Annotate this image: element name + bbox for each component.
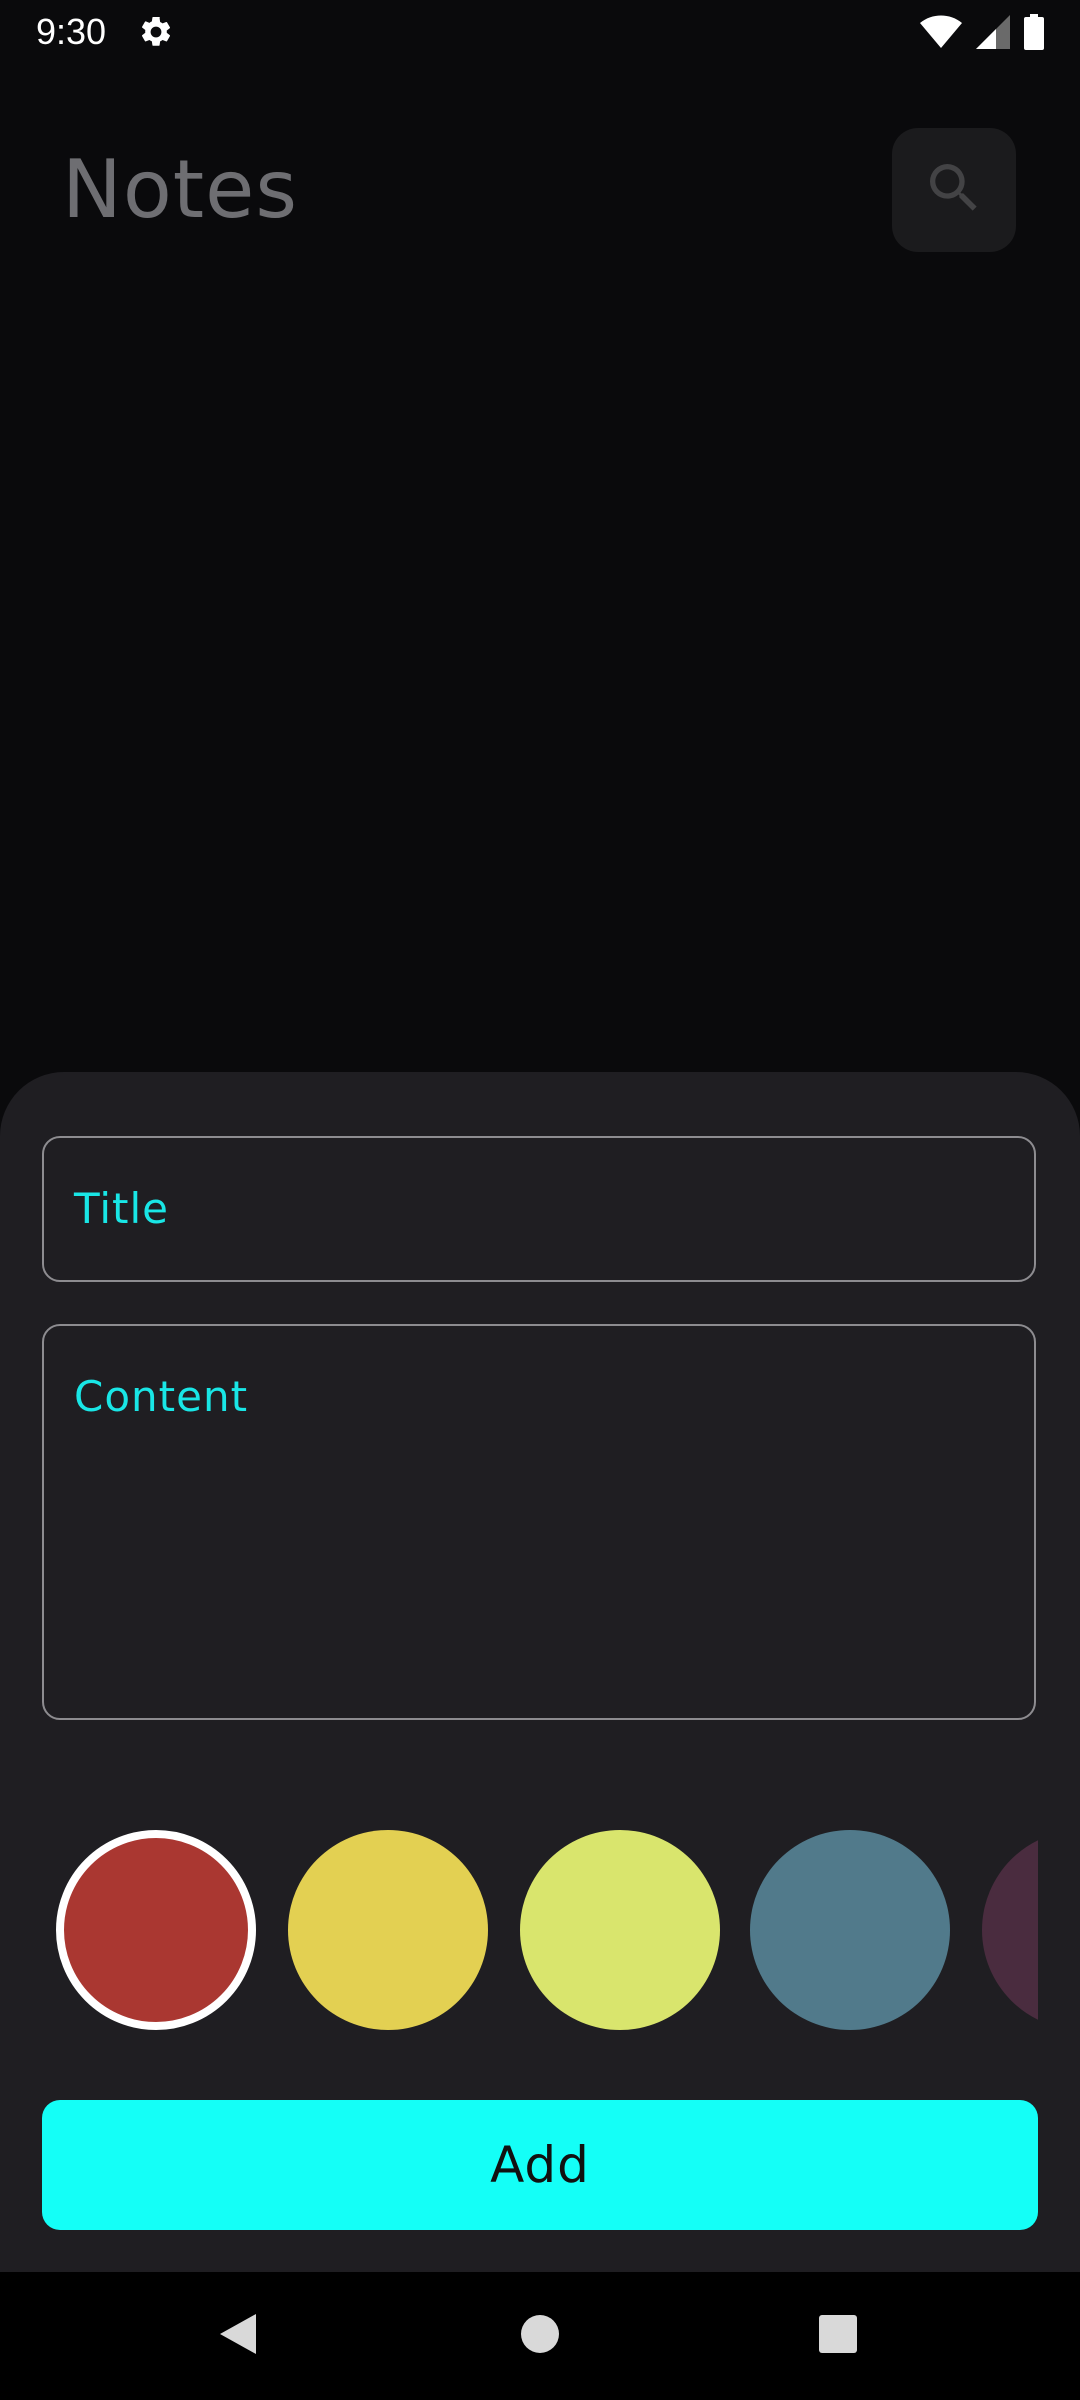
add-button[interactable]: Add <box>42 2100 1038 2230</box>
add-note-sheet: Title Content Add <box>0 1072 1080 2272</box>
color-picker <box>42 1820 1038 2036</box>
title-field[interactable]: Title <box>42 1136 1036 1282</box>
home-button[interactable] <box>510 2306 570 2366</box>
search-icon <box>922 156 986 224</box>
status-bar: 9:30 <box>0 0 1080 64</box>
color-swatch-steel-blue[interactable] <box>750 1830 950 2030</box>
page-title: Notes <box>62 143 299 236</box>
content-field[interactable]: Content <box>42 1324 1036 1720</box>
status-icons <box>920 12 1044 52</box>
wifi-icon <box>920 15 962 49</box>
color-swatch-red[interactable] <box>56 1830 256 2030</box>
cellular-signal-icon <box>976 15 1010 49</box>
recents-icon <box>818 2314 858 2358</box>
content-field-label: Content <box>74 1372 249 1421</box>
back-icon <box>216 2312 260 2360</box>
navigation-bar <box>0 2272 1080 2400</box>
color-swatch-plum[interactable] <box>982 1830 1038 2030</box>
title-field-label: Title <box>74 1184 170 1233</box>
status-time: 9:30 <box>36 11 107 52</box>
search-button[interactable] <box>892 128 1016 252</box>
color-swatch-yellow[interactable] <box>288 1830 488 2030</box>
back-button[interactable] <box>208 2306 268 2366</box>
home-icon <box>520 2314 560 2358</box>
recents-button[interactable] <box>808 2306 868 2366</box>
color-swatch-lime[interactable] <box>520 1830 720 2030</box>
battery-icon <box>1024 14 1044 50</box>
settings-gear-icon <box>138 14 174 50</box>
